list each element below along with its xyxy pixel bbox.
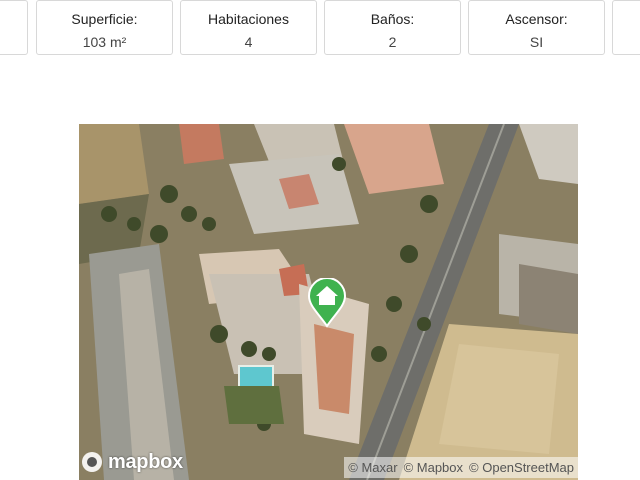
mapbox-logo-text: mapbox	[108, 450, 183, 473]
stat-value-ascensor: SI	[529, 34, 544, 50]
stat-value-banos: 2	[388, 34, 397, 50]
mapbox-logo-mark	[82, 452, 102, 472]
attribution-osm-link[interactable]: © OpenStreetMap	[469, 460, 574, 475]
stat-card-partial-left	[0, 0, 28, 55]
stat-label-superficie: Superficie:	[71, 11, 138, 27]
stat-label-banos: Baños:	[370, 11, 415, 27]
stat-label-habitaciones: Habitaciones	[208, 11, 289, 27]
stat-card-banos: Baños: 2	[324, 0, 461, 55]
attribution-mapbox-link[interactable]: © Mapbox	[404, 460, 463, 475]
stat-value-superficie: 103 m²	[82, 34, 127, 50]
stat-card-ascensor: Ascensor: SI	[468, 0, 605, 55]
stat-card-superficie: Superficie: 103 m²	[36, 0, 173, 55]
attribution-maxar-link[interactable]: © Maxar	[348, 460, 397, 475]
stat-card-habitaciones: Habitaciones 4	[180, 0, 317, 55]
stat-label-ascensor: Ascensor:	[505, 11, 568, 27]
mapbox-logo[interactable]: mapbox	[80, 448, 183, 476]
map-attribution: © Maxar © Mapbox © OpenStreetMap	[344, 457, 578, 478]
stat-card-partial-right	[612, 0, 640, 55]
stat-value-habitaciones: 4	[244, 34, 253, 50]
home-location-marker[interactable]	[307, 278, 347, 328]
property-stats-row: Superficie: 103 m² Habitaciones 4 Baños:…	[0, 0, 640, 58]
